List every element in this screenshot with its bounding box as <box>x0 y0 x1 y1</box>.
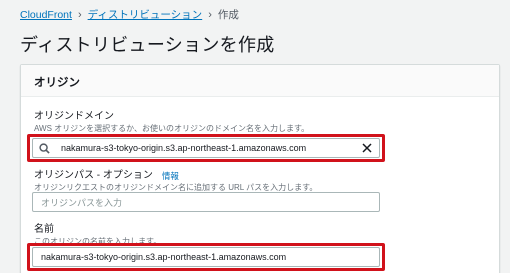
info-link[interactable]: 情報 <box>162 170 179 182</box>
origin-domain-label: オリジンドメイン <box>34 111 114 122</box>
chevron-right-icon: › <box>77 8 82 21</box>
origin-path-label-row: オリジンパス - オプション 情報 <box>34 170 317 182</box>
search-icon <box>39 141 53 155</box>
panel-title: オリジン <box>34 77 80 89</box>
close-icon[interactable] <box>361 142 373 154</box>
breadcrumb-cloudfront-link[interactable]: CloudFront <box>20 9 72 21</box>
panel-header: オリジン <box>21 65 499 97</box>
breadcrumb-current: 作成 <box>217 9 239 21</box>
origin-path-input[interactable]: オリジンパスを入力 <box>32 192 380 212</box>
page-title: ディストリビューションを作成 <box>20 35 275 55</box>
origin-domain-value: nakamura-s3-tokyo-origin.s3.ap-northeast… <box>61 143 307 153</box>
origin-name-value: nakamura-s3-tokyo-origin.s3.ap-northeast… <box>41 252 287 262</box>
origin-domain-description: AWS オリジンを選択するか、お使いのオリジンのドメイン名を入力します。 <box>34 124 310 133</box>
origin-domain-field: オリジンドメイン AWS オリジンを選択するか、お使いのオリジンのドメイン名を入… <box>34 111 309 134</box>
origin-name-input[interactable]: nakamura-s3-tokyo-origin.s3.ap-northeast… <box>32 247 380 267</box>
origin-path-placeholder: オリジンパスを入力 <box>41 197 123 208</box>
chevron-right-icon: › <box>208 8 212 21</box>
breadcrumb: CloudFront › ディストリビューション › 作成 <box>20 7 239 22</box>
breadcrumb-distributions-link[interactable]: ディストリビューション <box>88 7 203 22</box>
origin-path-label: オリジンパス - オプション <box>34 170 153 181</box>
origin-panel: オリジン オリジンドメイン AWS オリジンを選択するか、お使いのオリジンのドメ… <box>20 64 500 273</box>
origin-domain-input[interactable]: nakamura-s3-tokyo-origin.s3.ap-northeast… <box>32 138 380 158</box>
origin-name-label: 名前 <box>34 224 54 235</box>
origin-path-field: オリジンパス - オプション 情報 オリジンリクエストのオリジンドメイン名に追加… <box>34 170 317 193</box>
